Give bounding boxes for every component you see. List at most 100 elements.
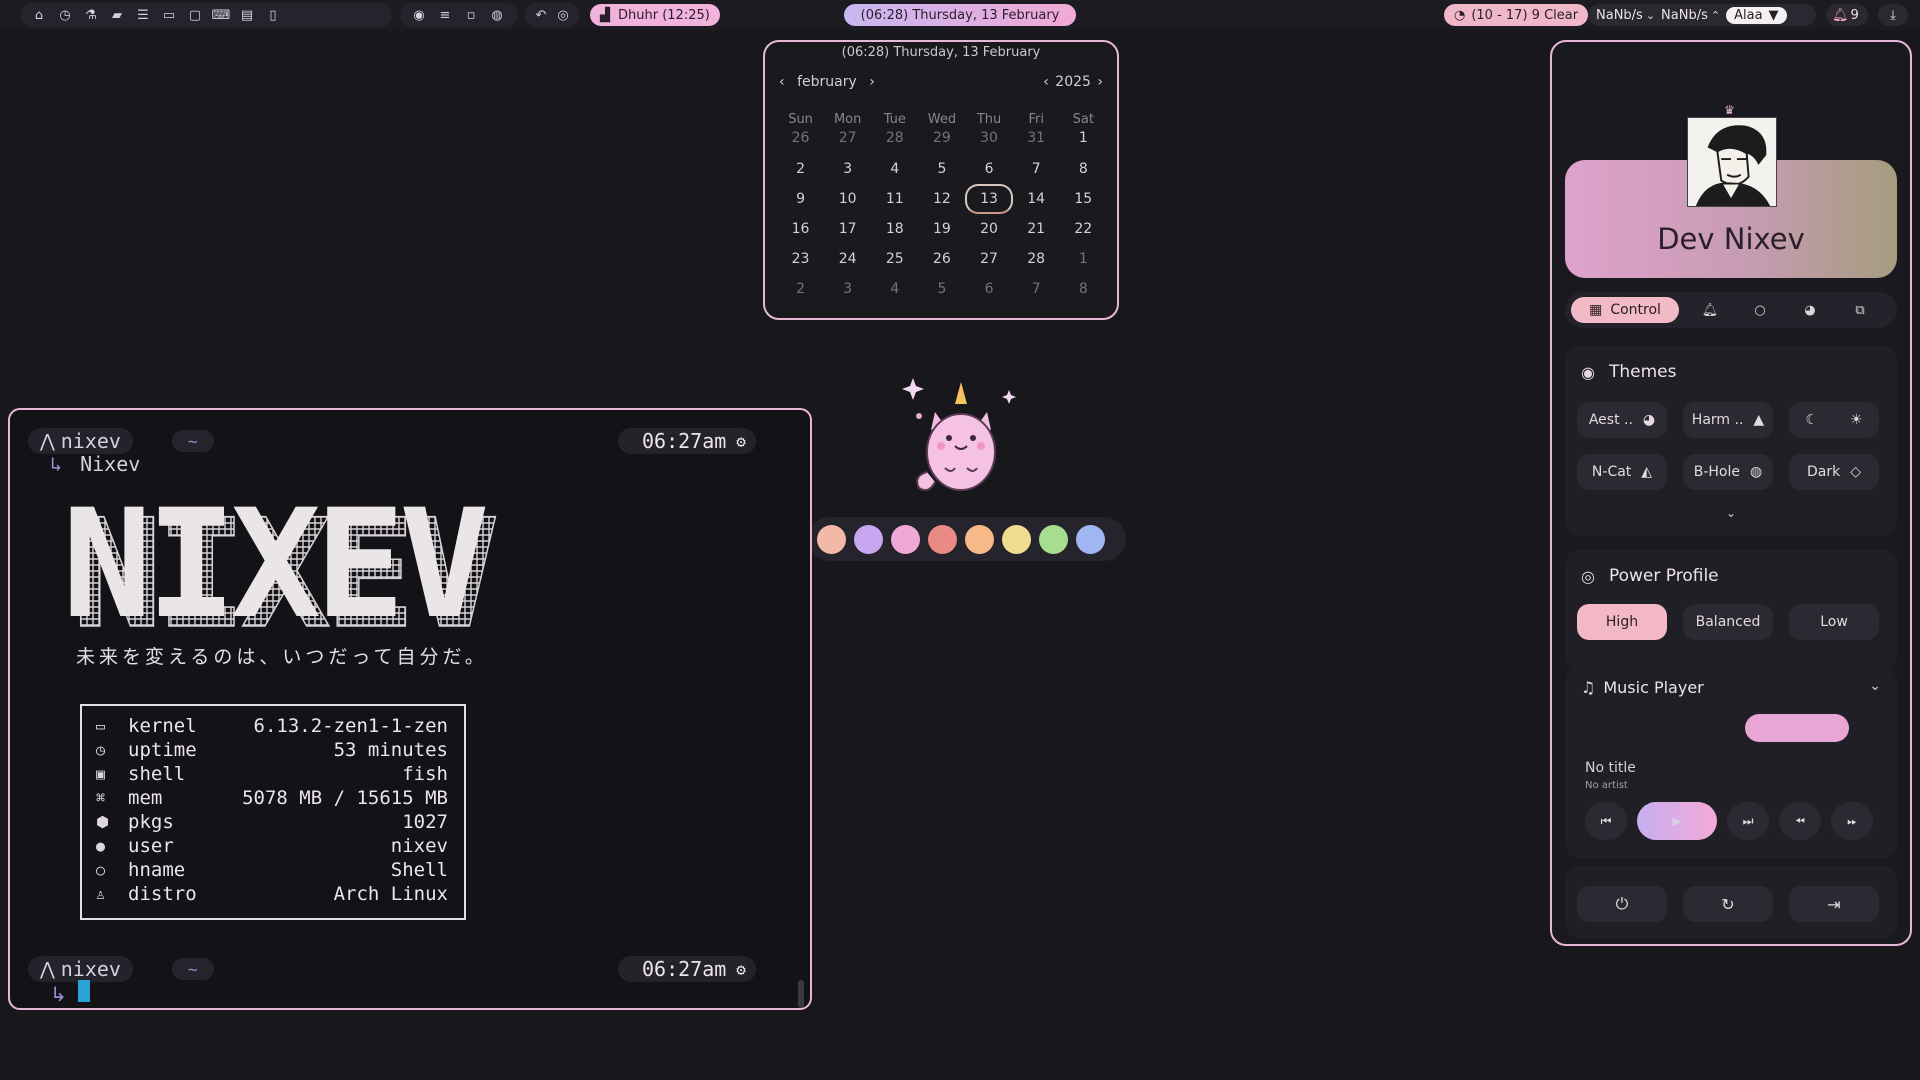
theme-bhole-button[interactable]: B-Hole ◍ <box>1683 454 1773 490</box>
tab-notifications[interactable]: 🔔︎ <box>1685 297 1735 323</box>
power-off-button[interactable]: ⏻ <box>1577 886 1667 922</box>
tab-circle[interactable]: ○ <box>1735 297 1785 323</box>
color-swatch[interactable] <box>817 524 846 554</box>
theme-mode-toggle[interactable]: ☾ ☀ <box>1789 402 1879 438</box>
calendar-day[interactable]: 17 <box>824 214 871 244</box>
calendar-day[interactable]: 5 <box>918 274 965 304</box>
terminal-scrollbar[interactable] <box>798 980 804 1008</box>
terminal-window[interactable]: ⋀ nixev ~ 06:27am ⚙ ↳ Nixev NIXEV NIXEV … <box>8 408 812 1010</box>
fast-forward-button[interactable]: ⏩︎ <box>1831 802 1873 840</box>
target-icon[interactable]: ◎ <box>552 3 574 27</box>
mic-icon[interactable]: ◍ <box>484 3 510 27</box>
chevron-down-icon[interactable]: ⌄ <box>1565 506 1897 520</box>
rewind-button[interactable]: ⏪︎ <box>1779 802 1821 840</box>
color-swatch[interactable] <box>1002 524 1031 554</box>
calendar-day[interactable]: 2 <box>777 274 824 304</box>
color-swatch[interactable] <box>928 524 957 554</box>
theme-dark-button[interactable]: Dark ◇ <box>1789 454 1879 490</box>
chat-icon[interactable]: ▭ <box>156 3 182 27</box>
calendar-day[interactable]: 18 <box>871 214 918 244</box>
power-low-button[interactable]: Low <box>1789 604 1879 640</box>
calendar-day[interactable]: 9 <box>777 184 824 214</box>
calendar-day[interactable]: 4 <box>871 274 918 304</box>
calendar-day[interactable]: 10 <box>824 184 871 214</box>
weather-pill[interactable]: ◔ (10 - 17) 9 Clear <box>1444 4 1589 26</box>
network-pill[interactable]: NaNb/s ⌄ NaNb/s ⌃ Alaa ▼ <box>1588 4 1816 26</box>
tab-network[interactable]: ⧉ <box>1835 297 1885 323</box>
datetime-pill[interactable]: (06:28) Thursday, 13 February <box>844 4 1076 26</box>
calendar-day[interactable]: 8 <box>1060 274 1107 304</box>
calendar-day[interactable]: 11 <box>871 184 918 214</box>
calendar-day[interactable]: 16 <box>777 214 824 244</box>
calendar-day[interactable]: 3 <box>824 274 871 304</box>
calendar-day[interactable]: 22 <box>1060 214 1107 244</box>
calendar-day[interactable]: 15 <box>1060 184 1107 214</box>
calendar-day[interactable]: 27 <box>824 130 871 148</box>
calendar-day[interactable]: 3 <box>824 154 871 184</box>
notifications-pill[interactable]: 🔔︎ 9 <box>1826 4 1868 26</box>
calendar-day[interactable]: 2 <box>777 154 824 184</box>
theme-aest-button[interactable]: Aest .. ◕ <box>1577 402 1667 438</box>
calendar-day[interactable]: 26 <box>777 130 824 148</box>
logout-button[interactable]: ⇥ <box>1789 886 1879 922</box>
next-month-button[interactable]: › <box>869 74 875 90</box>
prayer-time-pill[interactable]: ▟ Dhuhr (12:25) <box>590 4 720 26</box>
record-icon[interactable]: ▫ <box>458 3 484 27</box>
prev-month-button[interactable]: ‹ <box>779 74 785 90</box>
calendar-day[interactable]: 27 <box>966 244 1013 274</box>
previous-button[interactable]: ⏮︎ <box>1585 802 1627 840</box>
calendar-day[interactable]: 26 <box>918 244 965 274</box>
calendar-day[interactable]: 14 <box>1013 184 1060 214</box>
flask-icon[interactable]: ⚗ <box>78 3 104 27</box>
calendar-day[interactable]: 4 <box>871 154 918 184</box>
home-icon[interactable]: ⌂ <box>26 3 52 27</box>
folder-icon[interactable]: ▰ <box>104 3 130 27</box>
calendar-day[interactable]: 24 <box>824 244 871 274</box>
calendar-day[interactable]: 7 <box>1013 274 1060 304</box>
color-swatch[interactable] <box>854 524 883 554</box>
calendar-day[interactable]: 1 <box>1060 244 1107 274</box>
clock-icon[interactable]: ◷ <box>52 3 78 27</box>
reboot-button[interactable]: ↻ <box>1683 886 1773 922</box>
color-swatch[interactable] <box>965 524 994 554</box>
calendar-day[interactable]: 7 <box>1013 154 1060 184</box>
calendar-day[interactable]: 28 <box>871 130 918 148</box>
calendar-day[interactable]: 5 <box>918 154 965 184</box>
calendar-day[interactable]: 1 <box>1060 130 1107 148</box>
calendar-day[interactable]: 31 <box>1013 130 1060 148</box>
calendar-day[interactable]: 12 <box>918 184 965 214</box>
calendar-day[interactable]: 20 <box>966 214 1013 244</box>
calendar-day[interactable]: 6 <box>966 154 1013 184</box>
tab-chart[interactable]: ◕ <box>1785 297 1835 323</box>
power-high-button[interactable]: High <box>1577 604 1667 640</box>
color-swatch[interactable] <box>891 524 920 554</box>
tab-control[interactable]: ▦ Control <box>1571 297 1679 323</box>
undo-icon[interactable]: ↶ <box>530 3 552 27</box>
color-swatch[interactable] <box>1039 524 1068 554</box>
bluetooth-icon[interactable]: ◉ <box>406 3 432 27</box>
color-swatch[interactable] <box>1076 524 1105 554</box>
calendar-day[interactable]: 8 <box>1060 154 1107 184</box>
calendar-day[interactable]: 19 <box>918 214 965 244</box>
prev-year-button[interactable]: ‹ <box>1043 74 1049 90</box>
calendar-day[interactable]: 30 <box>966 130 1013 148</box>
theme-ncat-button[interactable]: N-Cat ◭ <box>1577 454 1667 490</box>
keyboard-icon[interactable]: ⌨ <box>208 3 234 27</box>
power-balanced-button[interactable]: Balanced <box>1683 604 1773 640</box>
next-year-button[interactable]: › <box>1097 74 1103 90</box>
database-icon[interactable]: ☰ <box>130 3 156 27</box>
phone-icon[interactable]: ▯ <box>260 3 286 27</box>
play-button[interactable]: ▶ <box>1637 802 1717 840</box>
calendar-day[interactable]: 21 <box>1013 214 1060 244</box>
wifi-badge[interactable]: Alaa ▼ <box>1726 6 1787 24</box>
window-icon[interactable]: ▢ <box>182 3 208 27</box>
calendar-day[interactable]: 25 <box>871 244 918 274</box>
download-button[interactable]: ⤓ <box>1878 4 1908 26</box>
theme-harm-button[interactable]: Harm .. ▲ <box>1683 402 1773 438</box>
calendar-day[interactable]: 28 <box>1013 244 1060 274</box>
calendar-day[interactable]: 23 <box>777 244 824 274</box>
next-button[interactable]: ⏭︎ <box>1727 802 1769 840</box>
calendar-day-today[interactable]: 13 <box>966 184 1013 214</box>
stack-icon[interactable]: ≡ <box>432 3 458 27</box>
calendar-day[interactable]: 6 <box>966 274 1013 304</box>
